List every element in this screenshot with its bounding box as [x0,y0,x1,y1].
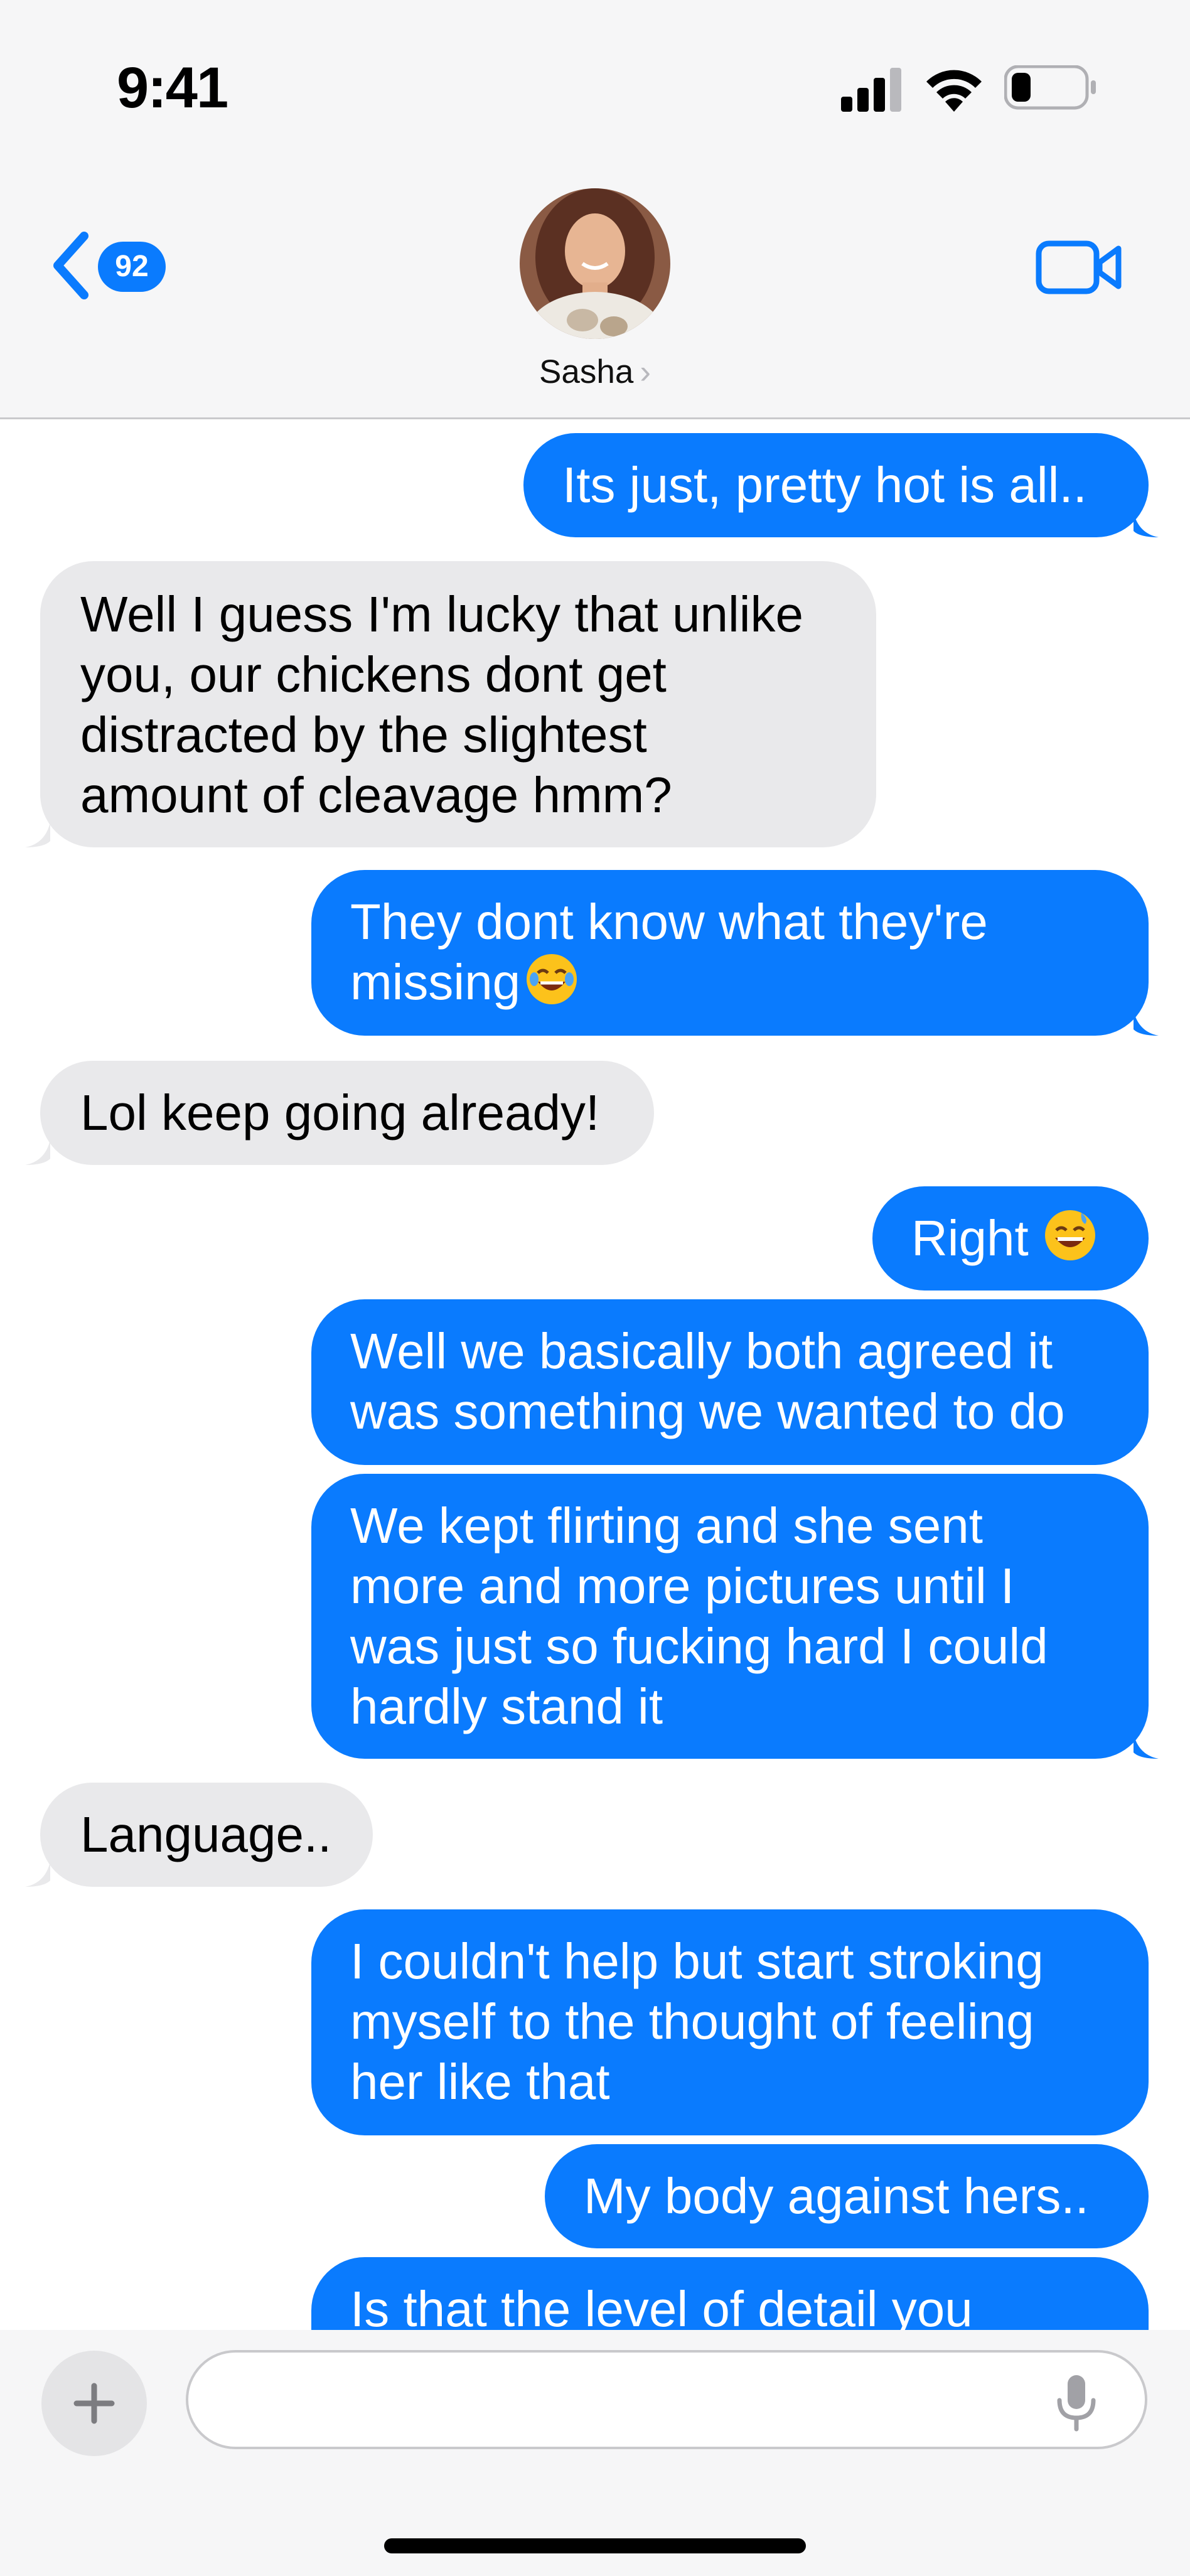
message-bubble-outgoing[interactable]: They dont know what they're missing [311,870,1149,1036]
video-call-icon[interactable] [1036,237,1123,298]
face-with-tears-of-joy-emoji [527,954,577,1004]
message-bubble-outgoing[interactable]: My body against hers.. [545,2144,1149,2248]
message-text: My body against hers.. [584,2168,1089,2224]
bubble-tail [1134,512,1159,537]
contact-name[interactable]: Sasha › [0,353,1190,391]
battery-icon [1004,65,1096,110]
message-text: I couldn't help but start stroking mysel… [350,1933,1044,2110]
message-text: Well I guess I'm lucky that unlike you, … [80,586,804,823]
bubble-tail [1134,1734,1159,1759]
message-text: We kept flirting and she sent more and m… [350,1498,1048,1734]
microphone-icon[interactable] [1054,2373,1098,2433]
message-bubble-incoming[interactable]: Lol keep going already! [40,1061,654,1165]
message-text: Its just, pretty hot is all.. [562,457,1087,513]
message-text: They dont know what they're missing [350,894,988,1010]
home-indicator[interactable] [384,2538,806,2553]
message-text: Lol keep going already! [80,1085,600,1140]
back-chevron-icon[interactable] [49,231,93,300]
message-text: Well we basically both agreed it was som… [350,1323,1065,1439]
bubble-tail [25,1862,50,1887]
chevron-right-icon: › [640,353,651,390]
message-bubble-incoming[interactable]: Well I guess I'm lucky that unlike you, … [40,561,876,847]
plus-icon [73,2383,115,2424]
bubble-tail [1134,1011,1159,1036]
message-bubble-incoming[interactable]: Language.. [40,1783,373,1887]
unread-badge[interactable]: 92 [98,242,166,292]
bubble-tail [25,822,50,847]
status-time: 9:41 [117,56,228,120]
message-text: Right [911,1210,1029,1266]
contact-avatar[interactable] [520,188,670,339]
signal-icon [841,68,901,112]
message-bubble-outgoing[interactable]: I couldn't help but start stroking mysel… [311,1909,1149,2135]
bubble-tail [25,1140,50,1165]
message-text: Language.. [80,1806,332,1862]
wifi-icon [926,70,982,112]
grinning-face-with-sweat-emoji [1044,1210,1095,1260]
message-input[interactable] [186,2350,1147,2449]
message-bubble-outgoing[interactable]: Right [872,1186,1149,1291]
contact-name-label[interactable]: Sasha [539,353,633,390]
message-bubble-outgoing[interactable]: Its just, pretty hot is all.. [523,433,1149,537]
message-text: Is that the level of detail you [350,2281,973,2337]
add-attachment-button[interactable] [41,2351,147,2456]
message-bubble-outgoing[interactable]: We kept flirting and she sent more and m… [311,1474,1149,1759]
message-bubble-outgoing[interactable]: Well we basically both agreed it was som… [311,1299,1149,1465]
